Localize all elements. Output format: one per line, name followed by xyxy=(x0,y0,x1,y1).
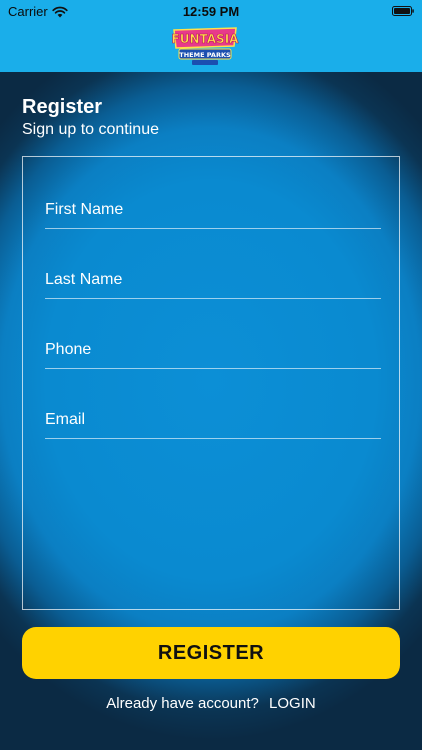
register-form xyxy=(22,156,400,610)
logo-subtext: THEME PARKS xyxy=(179,51,231,59)
login-prompt-text: Already have account? xyxy=(106,695,259,712)
phone-field xyxy=(45,333,381,369)
register-screen: Carrier 12:59 PM FUNTASIA THEME PARKS Re xyxy=(0,0,422,750)
app-header: Carrier 12:59 PM FUNTASIA THEME PARKS xyxy=(0,0,422,72)
phone-input[interactable] xyxy=(45,335,381,365)
status-bar: Carrier 12:59 PM xyxy=(0,0,422,22)
register-button[interactable]: REGISTER xyxy=(22,627,400,679)
first-name-input[interactable] xyxy=(45,195,381,225)
last-name-input[interactable] xyxy=(45,265,381,295)
funtasia-logo: FUNTASIA THEME PARKS xyxy=(171,27,240,65)
email-input[interactable] xyxy=(45,405,381,435)
page-title: Register xyxy=(22,96,103,118)
email-field xyxy=(45,403,381,439)
page-subtitle: Sign up to continue xyxy=(22,121,159,138)
battery-icon xyxy=(392,6,414,16)
login-link[interactable]: LOGIN xyxy=(269,695,316,712)
last-name-field xyxy=(45,263,381,299)
logo-wordmark: FUNTASIA xyxy=(172,32,240,46)
login-prompt-row: Already have account? LOGIN xyxy=(0,695,422,712)
first-name-field xyxy=(45,193,381,229)
status-time: 12:59 PM xyxy=(182,4,240,19)
